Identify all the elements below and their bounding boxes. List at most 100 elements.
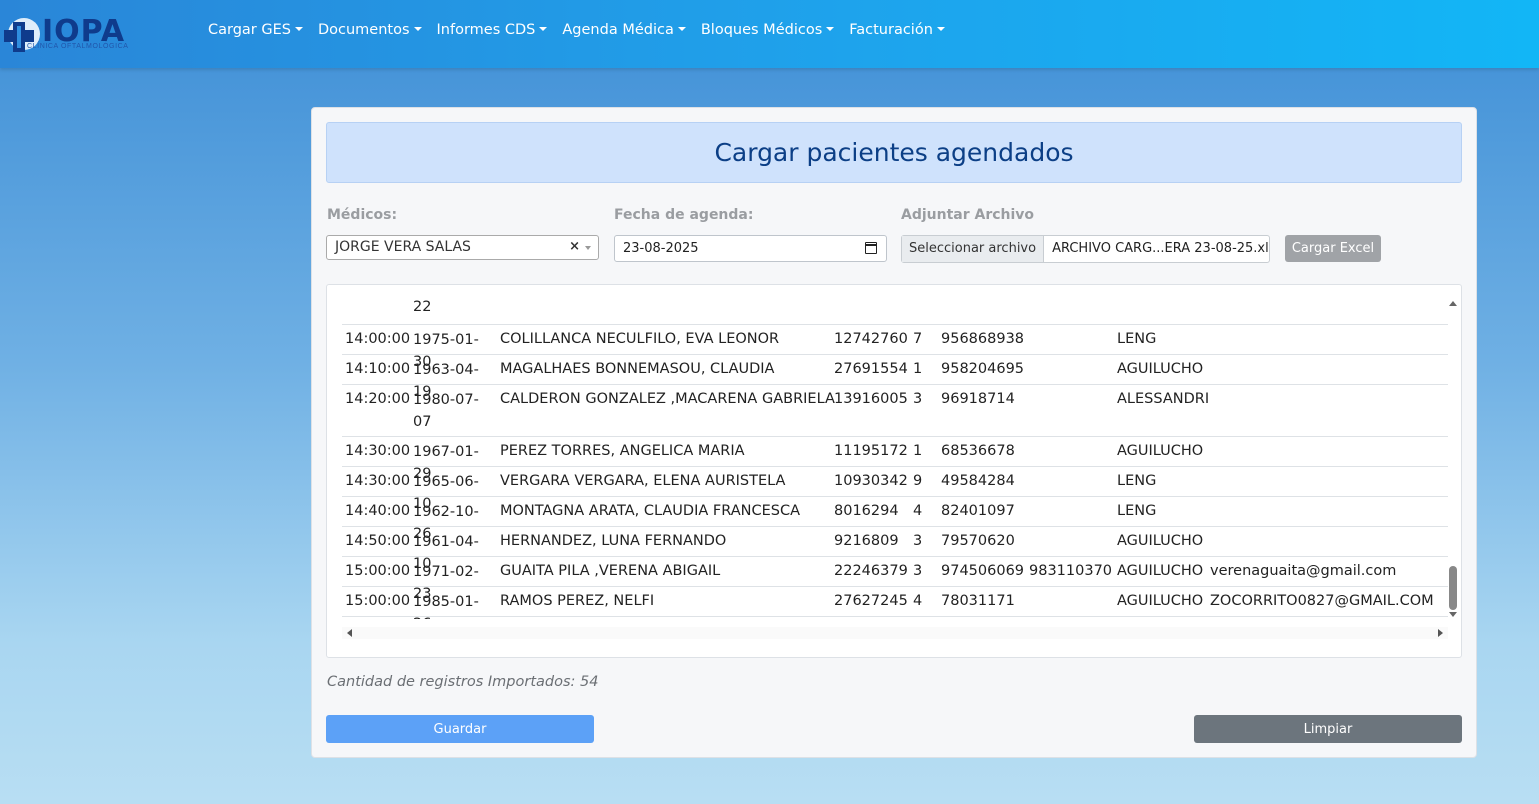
nav-informes-cds[interactable]: Informes CDS	[437, 22, 548, 38]
scroll-thumb[interactable]	[1449, 566, 1457, 610]
medicos-label: Médicos:	[327, 207, 398, 223]
nav-label: Cargar GES	[208, 22, 291, 38]
cell-comuna: LENG	[1117, 331, 1157, 347]
cell-email: verenaguaita@gmail.com	[1210, 563, 1397, 579]
cell-dv: 4	[913, 503, 923, 519]
cell-nombre: CALDERON GONZALEZ ,MACARENA GABRIELA	[500, 391, 835, 407]
cell-nombre: MAGALHAES BONNEMASOU, CLAUDIA	[500, 361, 775, 377]
table-row-partial: 22	[342, 293, 1448, 325]
table-row: 14:10:00 1963-04-19 MAGALHAES BONNEMASOU, …	[342, 355, 1448, 400]
cell-nombre: VERGARA VERGARA, ELENA AURISTELA	[500, 473, 786, 489]
caret-down-icon	[677, 27, 686, 31]
scroll-down-icon[interactable]	[1449, 612, 1457, 617]
cell-hora: 14:00:00	[345, 331, 411, 347]
cell-dv: 7	[913, 331, 923, 347]
cell-hora: 15:00:00	[345, 593, 411, 609]
cell-telefono: 79570620	[941, 533, 1015, 549]
cell-telefono: 82401097	[941, 503, 1015, 519]
cell-dv: 1	[913, 361, 923, 377]
cell-dv: 3	[913, 391, 923, 407]
select-file-button[interactable]: Seleccionar archivo	[902, 236, 1045, 262]
cell-fecha: 1980-07-07	[413, 392, 479, 430]
cell-telefono: 96918714	[941, 391, 1015, 407]
import-count: Cantidad de registros Importados: 54	[327, 674, 599, 690]
cell-nombre: PEREZ TORRES, ANGELICA MARIA	[500, 443, 745, 459]
scroll-left-icon[interactable]	[347, 629, 352, 637]
cell-telefono: 974506069	[941, 563, 1025, 579]
cell-telefono: 68536678	[941, 443, 1015, 459]
fecha-label: Fecha de agenda:	[614, 207, 754, 223]
top-navbar: IOPA CLÍNICA OFTALMOLÓGICA Cargar GES Do…	[0, 0, 1539, 68]
caret-down-icon	[936, 27, 945, 31]
fecha-value: 23-08-2025	[623, 241, 699, 256]
vertical-scrollbar[interactable]	[1449, 301, 1457, 617]
file-input[interactable]: Seleccionar archivo ARCHIVO CARG...ERA 2…	[901, 235, 1270, 263]
cell-nombre: GUAITA PILA ,VERENA ABIGAIL	[500, 563, 721, 579]
caret-down-icon	[413, 27, 422, 31]
main-menu: Cargar GES Documentos Informes CDS Agend…	[208, 22, 960, 38]
selected-file-name: ARCHIVO CARG...ERA 23-08-25.xlsx	[1052, 241, 1269, 256]
nav-label: Agenda Médica	[562, 22, 674, 38]
cell-hora: 14:30:00	[345, 443, 411, 459]
cell-comuna: LENG	[1117, 503, 1157, 519]
cell-dv: 3	[913, 533, 923, 549]
table-row: 14:00:00 1975-01-30 COLILLANCA NECULFILO, …	[342, 325, 1448, 370]
cell-hora: 14:10:00	[345, 361, 411, 377]
nav-facturacion[interactable]: Facturación	[849, 22, 945, 38]
cargar-excel-button[interactable]: Cargar Excel	[1285, 235, 1381, 262]
table-row: 14:30:00 1965-06-10 VERGARA VERGARA, ELENA…	[342, 467, 1448, 512]
cell-telefono: 78031171	[941, 593, 1015, 609]
patients-table-container: 22 14:00:00 1975-01-30 COLILLANCA NECULFIL…	[326, 284, 1462, 658]
cell-nombre: COLILLANCA NECULFILO, EVA LEONOR	[500, 331, 780, 347]
fecha-agenda-input[interactable]: 23-08-2025	[614, 235, 887, 262]
cell-comuna: ALESSANDRI	[1117, 391, 1210, 407]
nav-cargar-ges[interactable]: Cargar GES	[208, 22, 303, 38]
nav-bloques-medicos[interactable]: Bloques Médicos	[700, 22, 835, 38]
nav-label: Bloques Médicos	[700, 22, 823, 38]
nav-label: Facturación	[849, 22, 933, 38]
cell-fecha: 1985-01-26	[413, 594, 479, 619]
cell-comuna: AGUILUCHO	[1117, 593, 1204, 609]
nav-agenda-medica[interactable]: Agenda Médica	[562, 22, 686, 38]
calendar-icon[interactable]	[865, 242, 877, 254]
table-row: 14:50:00 1961-04-10 HERNANDEZ, LUNA FERNAN…	[342, 527, 1448, 572]
brand-subtitle: CLÍNICA OFTALMOLÓGICA	[27, 43, 129, 50]
cell-telefono-2: 983110370	[1029, 563, 1113, 579]
cell-hora: 14:30:00	[345, 473, 411, 489]
cell-rut: 13916005	[834, 391, 908, 407]
horizontal-scrollbar[interactable]	[342, 627, 1448, 639]
cell-comuna: AGUILUCHO	[1117, 361, 1204, 377]
cell-dv: 1	[913, 443, 923, 459]
limpiar-button[interactable]: Limpiar	[1194, 715, 1462, 743]
caret-down-icon	[826, 27, 835, 31]
upload-card: Cargar pacientes agendados Médicos: Fech…	[311, 107, 1477, 758]
dropdown-arrow-icon[interactable]	[585, 246, 591, 250]
cell-rut: 9216809	[834, 533, 899, 549]
cell-rut: 8016294	[834, 503, 899, 519]
brand-logo[interactable]: IOPA CLÍNICA OFTALMOLÓGICA	[0, 10, 140, 56]
nav-label: Documentos	[317, 22, 410, 38]
clear-selection-icon[interactable]: ×	[569, 239, 580, 254]
cell-rut: 22246379	[834, 563, 908, 579]
caret-down-icon	[539, 27, 548, 31]
cell-telefono: 958204695	[941, 361, 1025, 377]
caret-down-icon	[294, 27, 303, 31]
scroll-right-icon[interactable]	[1438, 629, 1443, 637]
cell-telefono: 49584284	[941, 473, 1015, 489]
guardar-button[interactable]: Guardar	[326, 715, 594, 743]
cell-dv: 3	[913, 563, 923, 579]
medico-select[interactable]: JORGE VERA SALAS ×	[326, 235, 599, 260]
table-row: 14:40:00 1962-10-26 MONTAGNA ARATA, CLAUDI…	[342, 497, 1448, 542]
scroll-up-icon[interactable]	[1449, 301, 1457, 306]
table-row: 14:30:00 1967-01-29 PEREZ TORRES, ANGELICA…	[342, 437, 1448, 482]
cell-dv: 4	[913, 593, 923, 609]
cell-comuna: AGUILUCHO	[1117, 443, 1204, 459]
cell-rut: 10930342	[834, 473, 908, 489]
cell-rut: 27691554	[834, 361, 908, 377]
cell-hora: 14:20:00	[345, 391, 411, 407]
cell-hora: 14:50:00	[345, 533, 411, 549]
cell-nombre: HERNANDEZ, LUNA FERNANDO	[500, 533, 727, 549]
patients-table: 22 14:00:00 1975-01-30 COLILLANCA NECULFIL…	[342, 293, 1448, 619]
nav-documentos[interactable]: Documentos	[318, 22, 422, 38]
table-row: 15:00:001985-01-26 RAMOS PEREZ, NELFI 2762…	[342, 587, 1448, 619]
